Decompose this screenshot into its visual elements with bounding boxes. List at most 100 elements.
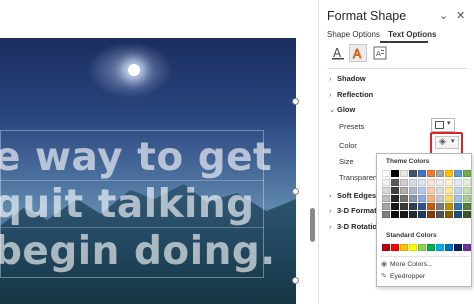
theme-color-shade-swatch[interactable]	[382, 187, 390, 194]
slide-canvas[interactable]: e way to get quit talking begin doing.	[0, 0, 318, 304]
theme-color-shade-swatch[interactable]	[463, 195, 471, 202]
more-colors-item[interactable]: ◉ More Colors...	[381, 260, 433, 268]
theme-color-shade-swatch[interactable]	[445, 179, 453, 186]
standard-color-swatch[interactable]	[454, 244, 462, 251]
theme-color-swatch[interactable]	[391, 170, 399, 177]
theme-color-shade-swatch[interactable]	[409, 179, 417, 186]
theme-color-shade-swatch[interactable]	[463, 187, 471, 194]
theme-color-shade-swatch[interactable]	[463, 211, 471, 218]
theme-color-shade-swatch[interactable]	[400, 179, 408, 186]
standard-color-swatch[interactable]	[463, 244, 471, 251]
theme-color-shade-swatch[interactable]	[391, 203, 399, 210]
vertical-scrollbar-thumb[interactable]	[310, 208, 315, 242]
standard-color-swatch[interactable]	[445, 244, 453, 251]
resize-handle-bottom-right[interactable]	[292, 277, 299, 284]
theme-color-shade-swatch[interactable]	[436, 179, 444, 186]
theme-color-shade-swatch[interactable]	[427, 211, 435, 218]
section-glow[interactable]: ⌄ Glow	[329, 105, 355, 114]
theme-color-shade-swatch[interactable]	[382, 211, 390, 218]
resize-handle-top-right[interactable]	[292, 98, 299, 105]
theme-color-shade-swatch[interactable]	[391, 187, 399, 194]
theme-color-shade-swatch[interactable]	[391, 195, 399, 202]
theme-color-shade-swatch[interactable]	[427, 187, 435, 194]
standard-color-swatch[interactable]	[418, 244, 426, 251]
section-reflection[interactable]: › Reflection	[329, 90, 373, 99]
theme-color-swatch[interactable]	[445, 170, 453, 177]
theme-color-shade-swatch[interactable]	[436, 211, 444, 218]
eyedropper-item[interactable]: ✎ Eyedropper	[381, 272, 425, 280]
theme-color-shade-swatch[interactable]	[463, 179, 471, 186]
theme-color-shade-swatch[interactable]	[409, 195, 417, 202]
theme-color-shade-swatch[interactable]	[454, 195, 462, 202]
glow-presets-dropdown[interactable]: ▾	[431, 118, 455, 132]
standard-color-swatch[interactable]	[382, 244, 390, 251]
theme-color-shade-swatch[interactable]	[427, 195, 435, 202]
palette-divider	[380, 256, 470, 257]
slide-text-line-1[interactable]: e way to get	[0, 136, 272, 180]
theme-color-shade-swatch[interactable]	[409, 187, 417, 194]
theme-color-shade-swatch[interactable]	[400, 195, 408, 202]
theme-color-swatch[interactable]	[463, 170, 471, 177]
theme-color-shade-swatch[interactable]	[391, 211, 399, 218]
theme-color-shade-swatch[interactable]	[454, 211, 462, 218]
standard-color-swatch[interactable]	[436, 244, 444, 251]
theme-color-swatch[interactable]	[436, 170, 444, 177]
theme-color-shade-swatch[interactable]	[445, 211, 453, 218]
theme-color-shade-swatch[interactable]	[427, 179, 435, 186]
theme-color-swatch[interactable]	[400, 170, 408, 177]
theme-color-shade-swatch[interactable]	[454, 179, 462, 186]
theme-color-shade-swatch[interactable]	[436, 203, 444, 210]
tab-text-options[interactable]: Text Options	[388, 30, 436, 39]
text-fill-outline-icon[interactable]: A	[329, 44, 347, 62]
theme-color-shade-swatch[interactable]	[418, 179, 426, 186]
theme-color-swatch[interactable]	[454, 170, 462, 177]
theme-color-shade-swatch[interactable]	[436, 187, 444, 194]
theme-color-shade-swatch[interactable]	[382, 179, 390, 186]
theme-color-shade-swatch[interactable]	[445, 195, 453, 202]
theme-color-shade-swatch[interactable]	[400, 187, 408, 194]
theme-color-swatch[interactable]	[418, 170, 426, 177]
theme-colors-heading: Theme Colors	[386, 158, 430, 165]
section-3d-rotation[interactable]: › 3-D Rotation	[329, 222, 382, 231]
glow-color-label: Color	[339, 141, 357, 150]
slide-text-line-3[interactable]: begin doing.	[0, 230, 275, 274]
theme-color-shade-swatch[interactable]	[445, 187, 453, 194]
pane-options-chevron-icon[interactable]: ⌄	[439, 9, 448, 23]
theme-color-shade-swatch[interactable]	[418, 211, 426, 218]
resize-handle-right[interactable]	[292, 188, 299, 195]
theme-color-shade-swatch[interactable]	[436, 195, 444, 202]
theme-color-shade-swatch[interactable]	[418, 203, 426, 210]
section-shadow[interactable]: › Shadow	[329, 74, 366, 83]
theme-color-shade-swatch[interactable]	[409, 211, 417, 218]
standard-color-swatch[interactable]	[400, 244, 408, 251]
theme-color-shade-swatch[interactable]	[382, 195, 390, 202]
text-effects-icon[interactable]: A	[349, 44, 367, 62]
theme-color-swatch[interactable]	[409, 170, 417, 177]
pane-title: Format Shape	[327, 9, 407, 23]
theme-color-shade-swatch[interactable]	[454, 187, 462, 194]
theme-color-shade-swatch[interactable]	[418, 195, 426, 202]
theme-color-shade-swatch[interactable]	[463, 203, 471, 210]
theme-color-shade-swatch[interactable]	[400, 203, 408, 210]
theme-color-shade-swatch[interactable]	[382, 203, 390, 210]
pane-close-icon[interactable]: ✕	[456, 9, 465, 23]
theme-color-shade-swatch[interactable]	[427, 203, 435, 210]
theme-color-shade-swatch[interactable]	[409, 203, 417, 210]
theme-color-shade-swatch[interactable]	[454, 203, 462, 210]
theme-color-shade-swatch[interactable]	[418, 187, 426, 194]
theme-color-swatch[interactable]	[427, 170, 435, 177]
section-soft-edges[interactable]: › Soft Edges	[329, 191, 376, 200]
svg-text:A: A	[376, 50, 381, 58]
standard-color-swatch[interactable]	[391, 244, 399, 251]
theme-color-shade-swatch[interactable]	[391, 179, 399, 186]
theme-color-shade-swatch[interactable]	[400, 211, 408, 218]
textbox-icon[interactable]: A	[371, 44, 389, 62]
slide-text-line-2[interactable]: quit talking	[0, 183, 264, 227]
theme-color-shade-swatch[interactable]	[445, 203, 453, 210]
section-3d-format[interactable]: › 3-D Format	[329, 206, 377, 215]
standard-color-swatch[interactable]	[427, 244, 435, 251]
theme-color-swatch[interactable]	[382, 170, 390, 177]
standard-colors-row	[382, 244, 471, 251]
tab-shape-options[interactable]: Shape Options	[327, 30, 380, 39]
standard-color-swatch[interactable]	[409, 244, 417, 251]
